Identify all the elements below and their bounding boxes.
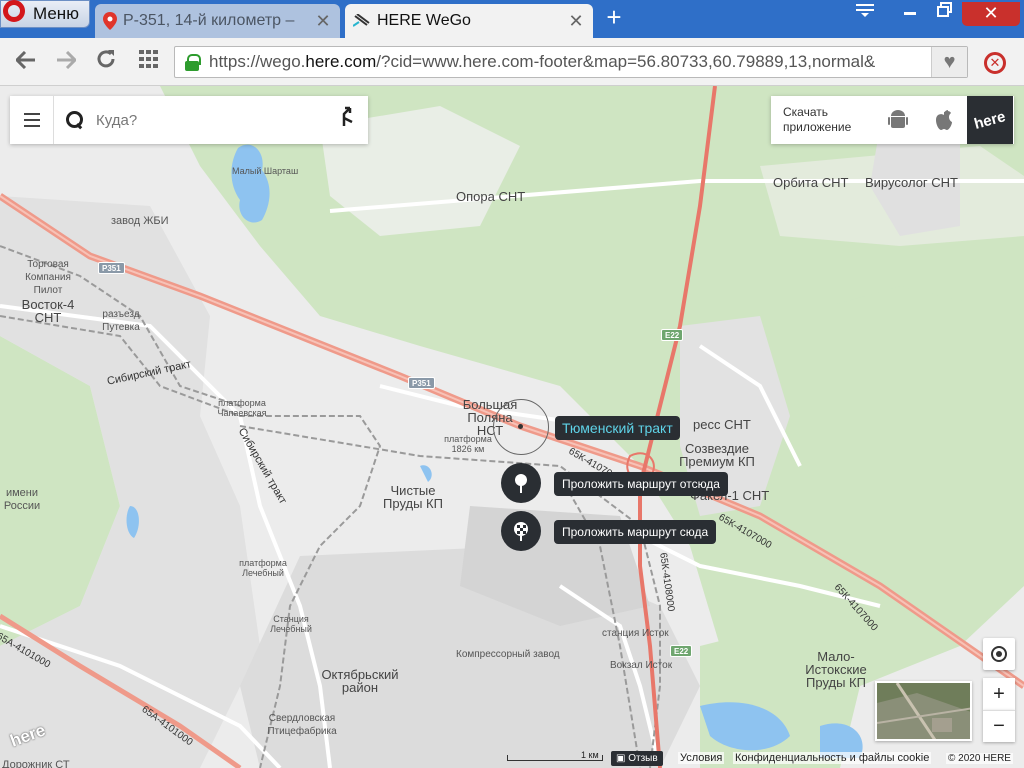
feedback-icon: ▣	[616, 753, 629, 764]
bookmark-heart-icon[interactable]: ♥	[931, 47, 967, 77]
scale-label: 1 км	[581, 750, 599, 760]
place-label: Восток-4 СНТ	[21, 297, 75, 325]
window-minimize-icon[interactable]	[895, 2, 925, 26]
road-shield-e22: E22	[661, 329, 684, 341]
locate-me-icon[interactable]	[983, 638, 1015, 670]
window-close-icon[interactable]: ✕	[962, 2, 1020, 26]
terms-link[interactable]: Условия	[678, 752, 725, 764]
map-canvas[interactable]: Малый Шарташ завод ЖБИ Торговая Компания…	[0, 86, 1024, 768]
download-app-text: Скачать приложение	[783, 105, 852, 134]
search-panel	[10, 96, 368, 144]
place-label: платформа 1826 км	[444, 434, 492, 454]
tab-title: HERE WeGo	[377, 12, 471, 29]
place-label: Свердловская Птицефабрика	[267, 713, 337, 737]
map-pin-icon	[103, 12, 117, 30]
selected-place-label[interactable]: Тюменский тракт	[555, 416, 680, 440]
selection-dot	[518, 424, 523, 429]
window-restore-icon[interactable]	[930, 2, 960, 26]
here-favicon-icon	[353, 14, 370, 27]
android-icon[interactable]	[875, 96, 921, 144]
apple-icon[interactable]	[921, 96, 967, 144]
place-label: Компрессорный завод	[456, 649, 560, 660]
tab-title: Р-351, 14-й километр –	[123, 12, 295, 29]
back-arrow-icon[interactable]	[12, 48, 40, 76]
place-label: платформа Чапаевская	[217, 398, 267, 418]
place-label: Орбита СНТ	[773, 175, 849, 190]
opera-icon	[3, 0, 25, 22]
browser-tab-bar: Меню Р-351, 14-й километр – ✕ HERE WeGo …	[0, 0, 1024, 38]
forward-arrow-icon[interactable]	[52, 48, 80, 76]
satellite-view-toggle[interactable]	[875, 681, 972, 741]
search-icon	[66, 111, 84, 129]
url-text[interactable]: https://wego.here.com/?cid=www.here.com-…	[209, 52, 931, 72]
reload-icon[interactable]	[92, 48, 120, 76]
place-label: Вирусолог СНТ	[865, 175, 958, 190]
copyright-text: © 2020 HERE	[946, 753, 1013, 764]
zoom-out-button[interactable]: −	[983, 710, 1015, 742]
place-label: Созвездие Премиум КП	[679, 441, 755, 469]
place-label: завод ЖБИ	[111, 215, 169, 227]
start-pin-icon	[515, 474, 527, 493]
place-label: Станция Лечебный	[270, 614, 312, 634]
tab-close-icon[interactable]: ✕	[565, 11, 587, 32]
speed-dial-grid-icon[interactable]	[135, 48, 163, 76]
finish-flag-icon	[514, 522, 528, 541]
place-label: разъезд Путевка	[102, 309, 140, 333]
place-label: Октябрьский район	[321, 667, 399, 695]
secure-lock-icon	[185, 54, 201, 71]
road-shield-r351: Р351	[408, 377, 435, 389]
map-footer: 1 км ▣ Отзыв Условия Конфиденциальность …	[0, 750, 1024, 768]
place-label: Торговая Компания Пилот	[25, 259, 71, 296]
place-label: имени России	[3, 487, 41, 512]
menu-label: Меню	[33, 4, 79, 23]
tab-here-wego[interactable]: HERE WeGo ✕	[345, 4, 593, 38]
place-label: Опора СНТ	[456, 189, 526, 204]
place-label: станция Исток	[602, 628, 669, 639]
place-label: Чистые Пруды КП	[383, 483, 443, 511]
place-label: ресс СНТ	[693, 417, 751, 432]
download-app-panel: Скачать приложение here	[771, 96, 1014, 144]
address-bar: https://wego.here.com/?cid=www.here.com-…	[0, 38, 1024, 86]
road-shield-r351: Р351	[98, 262, 125, 274]
place-label: Мало-Истокские Пруды КП	[805, 649, 867, 690]
route-to-label[interactable]: Проложить маршрут сюда	[554, 520, 717, 544]
place-label: Вокзал Исток	[610, 660, 673, 671]
here-logo[interactable]: here	[967, 96, 1013, 144]
lake-label: Малый Шарташ	[232, 166, 299, 176]
zoom-in-button[interactable]: +	[983, 678, 1015, 710]
route-directions-icon[interactable]	[328, 96, 368, 144]
search-input[interactable]	[84, 111, 328, 129]
road-shield-e22: E22	[670, 645, 693, 657]
privacy-link[interactable]: Конфиденциальность и файлы cookie	[733, 752, 932, 764]
route-from-button[interactable]	[501, 463, 541, 503]
tab-close-icon[interactable]: ✕	[312, 11, 334, 32]
new-tab-button[interactable]: +	[602, 4, 626, 30]
adblock-extension-icon[interactable]: ✕	[984, 52, 1006, 74]
route-to-button[interactable]	[501, 511, 541, 551]
place-label: платформа Лечебный	[239, 558, 287, 578]
feedback-button[interactable]: ▣ Отзыв	[611, 751, 663, 766]
url-field[interactable]: https://wego.here.com/?cid=www.here.com-…	[174, 46, 968, 78]
route-from-label[interactable]: Проложить маршрут отсюда	[554, 472, 728, 496]
tab-menu-icon[interactable]	[850, 2, 880, 26]
tab-route-page[interactable]: Р-351, 14-й километр – ✕	[95, 4, 340, 38]
opera-menu-button[interactable]: Меню	[0, 0, 90, 28]
hamburger-menu-icon[interactable]	[10, 96, 54, 144]
